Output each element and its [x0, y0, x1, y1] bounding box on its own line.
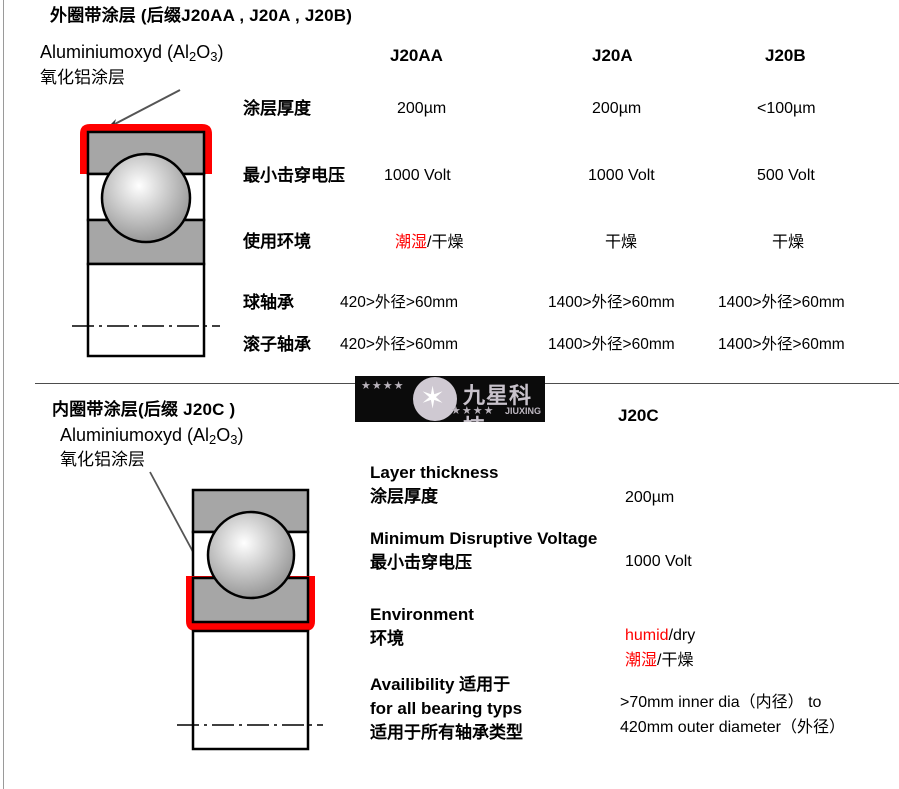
block-label-availability-en2: for all bearing typs: [370, 699, 523, 718]
block-label-min-voltage-en: Minimum Disruptive Voltage: [370, 529, 598, 548]
row-label-layer-thickness: 涂层厚度: [243, 99, 311, 118]
watermark-logo: ★★★★ ✶ 九星科技 ★★★★ JIUXING: [355, 376, 545, 422]
block-value-environment-humid-cn: 潮湿: [625, 652, 658, 669]
row-label-environment: 使用环境: [243, 232, 311, 251]
block-value-layer-thickness: 200µm: [625, 489, 675, 506]
block-value-environment-dry: /dry: [668, 627, 696, 644]
cell-thickness-j20aa: 200µm: [397, 100, 447, 117]
block-value-environment-cn: 潮湿/干燥: [625, 652, 693, 670]
cell-environment-j20b: 干燥: [772, 234, 805, 251]
watermark-stars-top: ★★★★: [361, 380, 405, 392]
row-label-min-voltage: 最小击穿电压: [243, 166, 345, 185]
outer-material-cn: 氧化铝涂层: [40, 68, 125, 87]
cell-ball-j20b: 1400>外径>60mm: [718, 294, 845, 311]
column-header-j20c: J20C: [618, 406, 659, 425]
block-value-availability-line2: 420mm outer diameter（外径）: [620, 719, 845, 736]
block-label-environment-cn: 环境: [370, 629, 404, 648]
column-header-j20a: J20A: [592, 46, 633, 65]
row-label-roller-bearing: 滚子轴承: [243, 335, 311, 354]
block-value-environment-humid: humid: [625, 627, 669, 644]
inner-ring-bearing-diagram: [155, 480, 345, 770]
cell-roller-j20a: 1400>外径>60mm: [548, 336, 675, 353]
block-label-min-voltage-cn: 最小击穿电压: [370, 553, 472, 572]
left-border-rule: [3, 0, 4, 789]
block-value-environment-dry-cn: /干燥: [657, 652, 694, 669]
block-label-availability-en: Availibility 适用于: [370, 675, 511, 694]
watermark-stars-bottom: ★★★★: [451, 405, 495, 417]
cell-ball-j20aa: 420>外径>60mm: [340, 294, 459, 311]
cell-roller-j20aa: 420>外径>60mm: [340, 336, 459, 353]
outer-ring-bearing-diagram: [66, 118, 246, 368]
diagram-page: 外圈带涂层 (后缀J20AA , J20A , J20B) Aluminiumo…: [0, 0, 899, 789]
cell-voltage-j20a: 1000 Volt: [588, 167, 655, 184]
block-label-environment-en: Environment: [370, 605, 474, 624]
cell-roller-j20b: 1400>外径>60mm: [718, 336, 845, 353]
cell-voltage-j20aa: 1000 Volt: [384, 167, 451, 184]
watermark-star-icon: ✶: [420, 382, 446, 415]
cell-environment-dry: 干燥: [431, 234, 464, 251]
cell-environment-j20a: 干燥: [605, 234, 638, 251]
inner-section-title: 内圈带涂层(后缀 J20C ): [52, 400, 236, 419]
inner-material-cn: 氧化铝涂层: [60, 450, 145, 469]
block-value-min-voltage: 1000 Volt: [625, 553, 692, 570]
cell-environment-humid: 潮湿: [395, 234, 428, 251]
watermark-brand-sub: JIUXING: [505, 406, 542, 416]
block-value-environment-en: humid/dry: [625, 627, 695, 645]
cell-thickness-j20a: 200µm: [592, 100, 642, 117]
block-label-layer-thickness-cn: 涂层厚度: [370, 487, 438, 506]
outer-section-title: 外圈带涂层 (后缀J20AA , J20A , J20B): [50, 6, 353, 25]
block-value-availability-line1: >70mm inner dia（内径） to: [620, 694, 822, 711]
row-label-ball-bearing: 球轴承: [243, 293, 294, 312]
column-header-j20aa: J20AA: [390, 46, 443, 65]
column-header-j20b: J20B: [765, 46, 806, 65]
outer-material-formula: Aluminiumoxyd (Al2O3): [40, 42, 224, 64]
inner-material-formula: Aluminiumoxyd (Al2O3): [60, 425, 244, 447]
cell-voltage-j20b: 500 Volt: [757, 167, 815, 184]
cell-ball-j20a: 1400>外径>60mm: [548, 294, 675, 311]
block-label-availability-cn: 适用于所有轴承类型: [370, 723, 523, 742]
cell-thickness-j20b: <100µm: [757, 100, 816, 117]
block-label-layer-thickness-en: Layer thickness: [370, 463, 499, 482]
cell-environment-j20aa: 潮湿/干燥: [395, 234, 463, 252]
